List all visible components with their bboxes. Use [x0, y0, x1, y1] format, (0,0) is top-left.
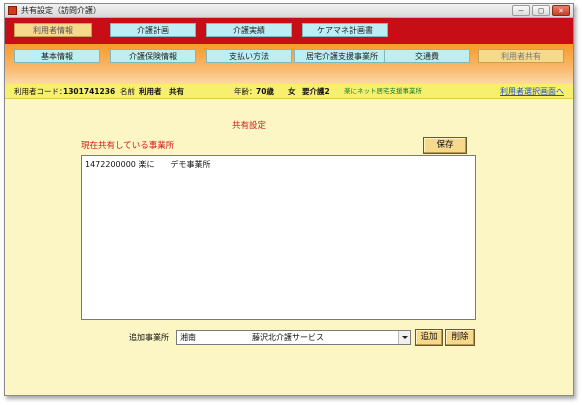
tab-insurance-info[interactable]: 介護保険情報: [110, 49, 196, 63]
app-window: 共有設定（訪問介護） – □ × 利用者情報 介護計画 介護実績 ケアマネ計画書…: [4, 3, 574, 396]
window-controls: – □ ×: [512, 5, 570, 16]
add-button[interactable]: 追加: [415, 329, 443, 346]
window-title: 共有設定（訪問介護）: [21, 6, 101, 15]
tab-payment-method[interactable]: 支払い方法: [206, 49, 292, 63]
add-office-select[interactable]: 湘南 藤沢北介護サービス: [176, 330, 411, 345]
name-label: 名前: [120, 87, 135, 96]
tab-user-info[interactable]: 利用者情報: [14, 23, 92, 37]
user-name-value: 利用者 共有: [139, 87, 184, 96]
sub-nav: 基本情報 介護保険情報 支払い方法 居宅介護支援事業所 交通費 利用者共有: [5, 44, 573, 84]
close-icon[interactable]: ×: [552, 5, 570, 16]
save-button[interactable]: 保存: [423, 137, 467, 154]
user-code-label: 利用者コード：: [14, 87, 67, 96]
age-value: 70歳: [256, 87, 274, 96]
minimize-icon[interactable]: –: [512, 5, 530, 16]
delete-button[interactable]: 削除: [445, 329, 475, 346]
list-item[interactable]: 1472200000 楽に デモ事業所: [85, 159, 210, 170]
page-title: 共有設定: [232, 121, 267, 131]
gender-value: 女: [288, 87, 296, 96]
tab-care-record[interactable]: 介護実績: [206, 23, 292, 37]
add-office-selected: 湘南 藤沢北介護サービス: [180, 333, 324, 342]
tab-user-share[interactable]: 利用者共有: [478, 49, 564, 63]
tab-caremanager-plan[interactable]: ケアマネ計画書: [302, 23, 388, 37]
app-icon: [8, 6, 17, 15]
main-nav: 利用者情報 介護計画 介護実績 ケアマネ計画書: [5, 18, 573, 44]
tab-basic-info[interactable]: 基本情報: [14, 49, 100, 63]
user-select-link[interactable]: 利用者選択画面へ: [500, 84, 564, 99]
tab-home-care-office[interactable]: 居宅介護支援事業所: [294, 49, 390, 63]
chevron-down-icon[interactable]: [398, 331, 410, 344]
user-code-value: 1301741236: [63, 87, 116, 96]
age-label: 年齢：: [234, 87, 257, 96]
shared-offices-label: 現在共有している事業所: [81, 141, 175, 151]
add-office-label: 追加事業所: [129, 333, 169, 342]
shared-offices-list[interactable]: 1472200000 楽に デモ事業所: [81, 155, 476, 320]
tab-care-plan[interactable]: 介護計画: [110, 23, 196, 37]
care-level-value: 要介護2: [302, 87, 330, 96]
care-office-value: 楽にネット居宅支援事業所: [344, 87, 422, 95]
maximize-icon[interactable]: □: [532, 5, 550, 16]
title-bar: 共有設定（訪問介護） – □ ×: [5, 4, 573, 18]
tab-transport-cost[interactable]: 交通費: [384, 49, 470, 63]
user-info-bar: 利用者コード： 1301741236 名前 利用者 共有 年齢： 70歳 女 要…: [5, 84, 573, 99]
